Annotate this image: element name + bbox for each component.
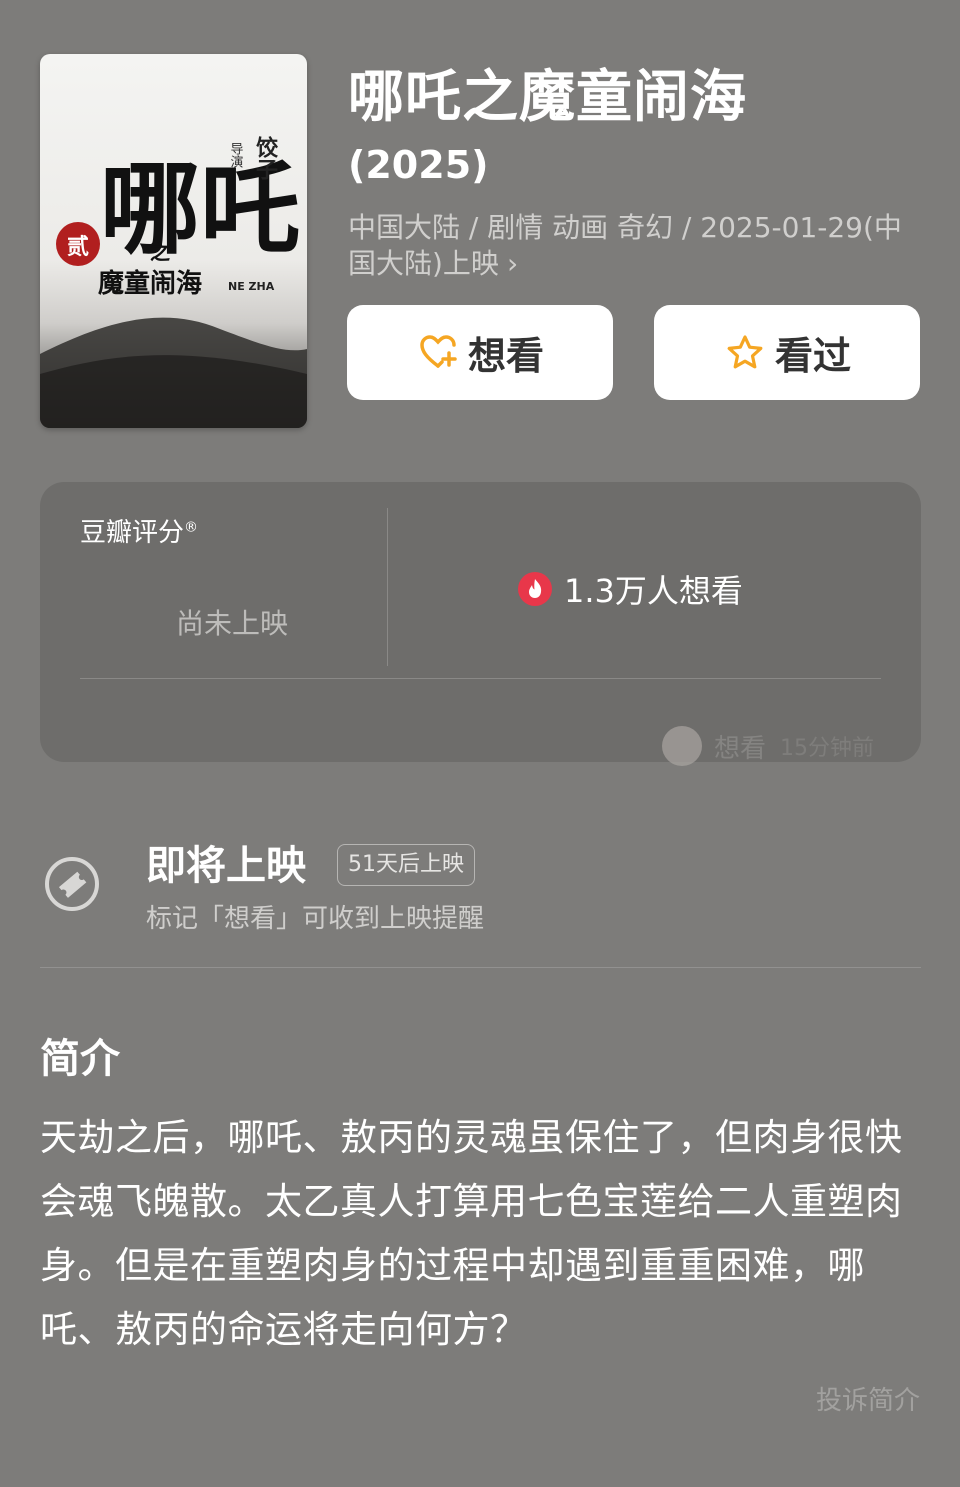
rating-title-text: 豆瓣评分 bbox=[80, 518, 185, 548]
movie-meta-text: 中国大陆 / 剧情 动画 奇幻 / 2025-01-29(中国大陆)上映 bbox=[348, 211, 902, 280]
activity-time: 15分钟前 bbox=[780, 736, 875, 761]
movie-meta[interactable]: 中国大陆 / 剧情 动画 奇幻 / 2025-01-29(中国大陆)上映 › bbox=[348, 210, 923, 282]
rating-status: 尚未上映 bbox=[176, 607, 289, 640]
fire-icon bbox=[518, 572, 552, 606]
star-icon bbox=[723, 331, 767, 375]
chevron-right-icon: › bbox=[506, 247, 519, 280]
upcoming-badge: 51天后上映 bbox=[337, 844, 475, 886]
trademark-mark: ® bbox=[184, 519, 199, 536]
ticket-icon bbox=[45, 857, 99, 911]
poster-subtitle: 魔童闹海 bbox=[98, 268, 202, 299]
activity-action: 想看 bbox=[714, 733, 767, 764]
avatar bbox=[662, 726, 702, 766]
movie-year: (2025) bbox=[348, 143, 489, 187]
recent-activity[interactable]: 想看 15分钟前 bbox=[662, 726, 874, 766]
poster-latin: NE ZHA bbox=[228, 280, 275, 293]
poster-zhi: 之 bbox=[150, 240, 170, 264]
intro-title: 简介 bbox=[40, 1036, 120, 1082]
want-button-label: 想看 bbox=[467, 334, 544, 378]
poster-director-label: 导演 bbox=[228, 142, 244, 168]
seen-button[interactable]: 看过 bbox=[654, 305, 920, 400]
horizontal-divider bbox=[80, 678, 881, 679]
upcoming-subtitle: 标记「想看」可收到上映提醒 bbox=[146, 904, 485, 934]
poster-director-name: 饺子 bbox=[252, 135, 278, 181]
section-divider bbox=[40, 967, 921, 968]
rating-card: 豆瓣评分® 尚未上映 1.3万人想看 想看 15分钟前 bbox=[40, 482, 921, 766]
rating-title: 豆瓣评分® bbox=[80, 512, 198, 549]
seen-button-label: 看过 bbox=[774, 334, 851, 378]
want-count-text: 1.3万人想看 bbox=[564, 572, 743, 610]
intro-text: 天劫之后，哪吒、敖丙的灵魂虽保住了，但肉身很快会魂飞魄散。太乙真人打算用七色宝莲… bbox=[40, 1116, 903, 1351]
want-button[interactable]: 想看 bbox=[347, 305, 613, 400]
heart-plus-icon bbox=[416, 331, 460, 375]
movie-title: 哪吒之魔童闹海 bbox=[348, 65, 747, 130]
movie-poster[interactable]: 贰 哪吒 之 魔童闹海 NE ZHA 导演 饺子 bbox=[40, 54, 307, 428]
report-intro-link[interactable]: 投诉简介 bbox=[816, 1380, 920, 1417]
poster-art: 贰 哪吒 之 魔童闹海 NE ZHA 导演 饺子 bbox=[40, 135, 307, 428]
want-count[interactable]: 1.3万人想看 bbox=[518, 566, 743, 612]
poster-seal-text: 贰 bbox=[67, 234, 89, 260]
vertical-divider bbox=[387, 508, 388, 666]
upcoming-title: 即将上映 bbox=[146, 843, 306, 889]
